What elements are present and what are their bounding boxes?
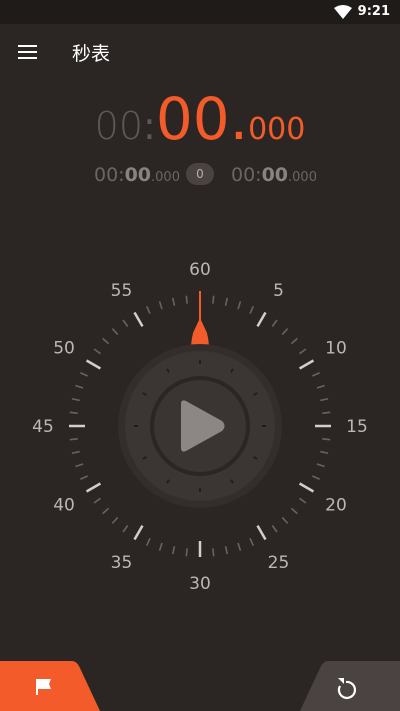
- dial-tick: [290, 337, 298, 345]
- dial-label: 15: [346, 417, 368, 437]
- dial-tick: [298, 359, 315, 370]
- dial-tick: [256, 524, 267, 541]
- stopwatch-dial: 60 5 10 15 20 25 30 35 40 45 50 55: [32, 260, 368, 594]
- dial-tick: [133, 524, 144, 541]
- dial-tick: [158, 301, 163, 310]
- dial-label: 45: [32, 417, 54, 437]
- dial-label: 60: [189, 260, 211, 280]
- dial-tick: [322, 411, 331, 414]
- dial-tick: [85, 359, 102, 370]
- dial-tick: [224, 297, 229, 306]
- dial-tick: [122, 319, 129, 327]
- dial-tick: [299, 497, 307, 504]
- dial-label: 50: [53, 339, 75, 359]
- dial-tick: [69, 438, 78, 441]
- timer-millis: 000: [248, 112, 306, 147]
- dial-tick: [237, 301, 242, 310]
- dial-tick: [133, 311, 144, 328]
- timer-dot: .: [229, 85, 249, 153]
- dial-tick: [316, 384, 325, 389]
- dial-tick: [299, 348, 307, 355]
- dial-tick: [185, 295, 188, 304]
- dial-tick: [224, 546, 229, 555]
- dial-tick: [80, 371, 88, 377]
- dial-label: 25: [268, 553, 290, 573]
- dial-tick: [212, 295, 215, 304]
- main-timer: 00:00.000: [0, 90, 400, 148]
- wifi-icon: [334, 5, 352, 19]
- dial-tick: [71, 397, 80, 402]
- dial-tick: [145, 538, 151, 546]
- dial-tick: [80, 475, 88, 481]
- lap-count-badge: 0: [186, 163, 214, 185]
- dial-tick: [249, 538, 255, 546]
- dial-tick: [271, 525, 278, 533]
- dial-tick: [171, 546, 176, 555]
- dial-tick: [111, 328, 119, 336]
- dial-label: 30: [189, 574, 211, 594]
- dial-tick: [322, 438, 331, 441]
- app-bar: 秒表: [0, 24, 400, 80]
- dial-tick: [93, 497, 101, 504]
- timer-minutes: 00: [94, 104, 144, 148]
- dial-tick: [281, 328, 289, 336]
- dial-label: 55: [111, 281, 133, 301]
- dial-tick: [75, 384, 84, 389]
- dial-label: 35: [111, 553, 133, 573]
- timer-seconds: 00: [155, 85, 230, 153]
- status-bar: 9:21: [0, 0, 400, 24]
- dial-label: 10: [325, 339, 347, 359]
- last-lap-time: 00:00.000: [94, 164, 180, 186]
- timer-colon: :: [143, 104, 156, 148]
- dial-tick: [271, 319, 278, 327]
- dial-tick: [316, 463, 325, 468]
- dial-tick: [158, 542, 163, 551]
- dial-tick: [185, 548, 188, 557]
- dial-tick: [256, 311, 267, 328]
- menu-icon: [18, 45, 37, 47]
- dial-tick: [122, 525, 129, 533]
- dial-tick: [93, 348, 101, 355]
- dial-tick: [320, 397, 329, 402]
- dial-tick: [312, 371, 320, 377]
- dial-pointer: [191, 291, 209, 348]
- dial-tick: [298, 482, 315, 493]
- reset-button[interactable]: [290, 661, 400, 711]
- dial-tick: [71, 450, 80, 455]
- dial-tick: [102, 337, 110, 345]
- dial-label: 40: [53, 496, 75, 516]
- dial-tick: [212, 548, 215, 557]
- total-lap-time: 00:00.000: [231, 164, 317, 186]
- page-title: 秒表: [72, 43, 111, 65]
- dial-tick: [320, 450, 329, 455]
- menu-button[interactable]: [14, 40, 42, 64]
- lap-button[interactable]: [0, 661, 110, 711]
- dial-tick: [237, 542, 242, 551]
- dial-tick: [69, 411, 78, 414]
- dial-tick: [281, 516, 289, 524]
- dial-label: 20: [325, 496, 347, 516]
- dial-tick: [249, 306, 255, 314]
- dial-tick: [312, 475, 320, 481]
- dial-tick: [102, 507, 110, 515]
- dial-label: 5: [273, 281, 284, 301]
- status-time: 9:21: [357, 4, 390, 19]
- dial-tick: [290, 507, 298, 515]
- lap-row: 00:00.000 0 00:00.000: [0, 162, 400, 192]
- dial-tick: [145, 306, 151, 314]
- dial-tick: [111, 516, 119, 524]
- dial-tick: [171, 297, 176, 306]
- dial-tick: [85, 482, 102, 493]
- dial-tick: [75, 463, 84, 468]
